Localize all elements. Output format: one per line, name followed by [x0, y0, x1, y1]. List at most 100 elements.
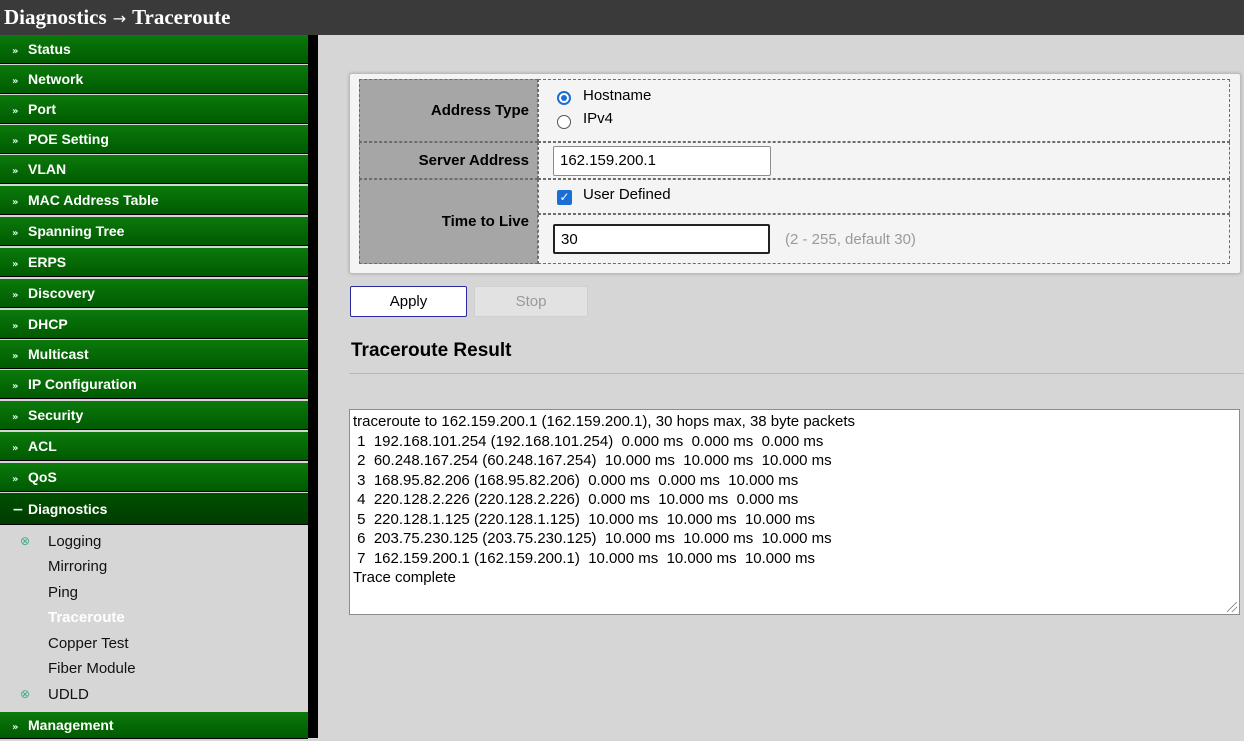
menu-item-multicast[interactable]: » Multicast: [0, 340, 308, 369]
user-defined-checkbox[interactable]: ✓: [557, 190, 572, 205]
submenu-item-ping[interactable]: Ping: [0, 580, 308, 605]
submenu-item-label: Mirroring: [48, 558, 108, 575]
ttl-input[interactable]: 30: [553, 224, 770, 254]
menu-item-status[interactable]: » Status: [0, 35, 308, 64]
menu-item-label: Spanning Tree: [28, 223, 125, 239]
menu-item-label: Port: [28, 101, 56, 117]
menu-item-label: DHCP: [28, 316, 68, 332]
menu-item-label: Status: [28, 41, 71, 57]
double-chevron-down-icon: »: [12, 228, 19, 239]
address-type-cell: Hostname IPv4: [538, 79, 1230, 142]
menu-item-poe-setting[interactable]: » POE Setting: [0, 125, 308, 154]
ipv4-radio-label: IPv4: [583, 110, 614, 127]
submenu-item-traceroute[interactable]: Traceroute: [0, 605, 308, 630]
double-chevron-down-icon: »: [12, 46, 19, 57]
double-chevron-down-icon: »: [12, 106, 19, 117]
double-chevron-down-icon: »: [12, 259, 19, 270]
expand-icon: ⊗: [20, 534, 31, 548]
menu-item-label: IP Configuration: [28, 376, 137, 392]
submenu-item-logging[interactable]: ⊗ Logging: [0, 529, 308, 554]
result-line: 4 220.128.2.226 (220.128.2.226) 0.000 ms…: [353, 491, 799, 508]
result-line: 2 60.248.167.254 (60.248.167.254) 10.000…: [353, 452, 832, 469]
submenu-item-copper-test[interactable]: Copper Test: [0, 631, 308, 656]
menu-item-label: MAC Address Table: [28, 192, 159, 208]
double-chevron-down-icon: »: [12, 474, 19, 485]
submenu-item-udld[interactable]: ⊗ UDLD: [0, 682, 308, 707]
double-chevron-down-icon: »: [12, 76, 19, 87]
hostname-radio-label: Hostname: [583, 87, 652, 104]
menu-item-vlan[interactable]: » VLAN: [0, 155, 308, 184]
server-address-input[interactable]: 162.159.200.1: [553, 146, 771, 176]
menu-item-label: ACL: [28, 438, 57, 454]
double-chevron-down-icon: »: [12, 321, 19, 332]
sidebar-menu: » Status » Network » Port » POE Setting » VLA…: [0, 35, 308, 739]
menu-item-acl[interactable]: » ACL: [0, 432, 308, 461]
menu-item-management[interactable]: » Management: [0, 712, 308, 739]
result-line: 1 192.168.101.254 (192.168.101.254) 0.00…: [353, 432, 824, 450]
server-address-label: Server Address: [359, 142, 538, 179]
menu-item-mac-address-table[interactable]: » MAC Address Table: [0, 186, 308, 215]
sidebar: » Status » Network » Port » POE Setting » VLA…: [0, 35, 318, 739]
traceroute-result-title: Traceroute Result: [351, 340, 512, 361]
menu-item-label: Diagnostics: [28, 501, 108, 517]
double-chevron-down-icon: »: [12, 290, 19, 301]
address-type-label: Address Type: [359, 79, 538, 142]
menu-item-spanning-tree[interactable]: » Spanning Tree: [0, 217, 308, 246]
double-chevron-down-icon: »: [12, 166, 19, 177]
minus-icon: −: [12, 502, 24, 518]
menu-item-label: Security: [28, 407, 84, 423]
stop-button[interactable]: Stop: [474, 286, 588, 317]
menu-item-network[interactable]: » Network: [0, 65, 308, 94]
result-divider: [349, 373, 1244, 374]
result-line: traceroute to 162.159.200.1 (162.159.200…: [353, 413, 856, 430]
menu-item-diagnostics[interactable]: − Diagnostics: [0, 493, 308, 525]
breadcrumb-page: Traceroute: [132, 5, 231, 29]
submenu-item-fiber-module[interactable]: Fiber Module: [0, 656, 308, 681]
apply-button[interactable]: Apply: [350, 286, 467, 317]
double-chevron-down-icon: »: [12, 136, 19, 147]
submenu-item-label: Ping: [48, 584, 79, 601]
page-title-bar: Diagnostics → Traceroute: [0, 0, 1244, 35]
double-chevron-down-icon: »: [12, 443, 19, 454]
menu-item-label: Management: [28, 717, 114, 733]
ipv4-radio[interactable]: [557, 115, 571, 129]
submenu-item-label: Fiber Module: [48, 660, 136, 677]
submenu-item-label: Traceroute: [48, 609, 125, 626]
menu-item-label: POE Setting: [28, 131, 109, 147]
hostname-radio[interactable]: [557, 91, 571, 105]
result-line: 5 220.128.1.125 (220.128.1.125) 10.000 m…: [353, 510, 815, 528]
menu-item-security[interactable]: » Security: [0, 401, 308, 430]
menu-item-label: QoS: [28, 469, 57, 485]
result-line: 3 168.95.82.206 (168.95.82.206) 0.000 ms…: [353, 471, 799, 489]
time-to-live-label: Time to Live: [359, 179, 538, 264]
double-chevron-down-icon: »: [12, 722, 19, 733]
resize-grip-icon[interactable]: [1227, 602, 1237, 612]
double-chevron-down-icon: »: [12, 381, 19, 392]
user-defined-cell: ✓ User Defined: [538, 179, 1230, 214]
submenu-item-label: Copper Test: [48, 635, 129, 652]
result-line: 7 162.159.200.1 (162.159.200.1) 10.000 m…: [353, 549, 815, 567]
user-defined-label: User Defined: [583, 186, 671, 203]
submenu-item-label: Logging: [48, 533, 102, 550]
ttl-value-cell: 30 (2 - 255, default 30): [538, 214, 1230, 264]
menu-item-ip-configuration[interactable]: » IP Configuration: [0, 370, 308, 399]
breadcrumb-arrow-icon: →: [112, 9, 127, 28]
breadcrumb-section: Diagnostics: [4, 5, 107, 29]
menu-item-dhcp[interactable]: » DHCP: [0, 310, 308, 339]
menu-item-discovery[interactable]: » Discovery: [0, 279, 308, 308]
submenu-item-mirroring[interactable]: Mirroring: [0, 554, 308, 579]
menu-item-erps[interactable]: » ERPS: [0, 248, 308, 277]
traceroute-result-textarea[interactable]: traceroute to 162.159.200.1 (162.159.200…: [349, 409, 1240, 615]
menu-item-label: Multicast: [28, 346, 89, 362]
menu-item-qos[interactable]: » QoS: [0, 463, 308, 492]
menu-item-label: Network: [28, 71, 84, 87]
ttl-range-hint: (2 - 255, default 30): [785, 231, 916, 248]
double-chevron-down-icon: »: [12, 412, 19, 423]
submenu-item-label: UDLD: [48, 686, 89, 703]
menu-item-label: ERPS: [28, 254, 67, 270]
traceroute-settings-panel: Address Type Hostname IPv4 Server Addres…: [349, 73, 1241, 274]
expand-icon: ⊗: [20, 687, 31, 701]
double-chevron-down-icon: »: [12, 197, 19, 208]
menu-item-port[interactable]: » Port: [0, 95, 308, 124]
double-chevron-down-icon: »: [12, 351, 19, 362]
